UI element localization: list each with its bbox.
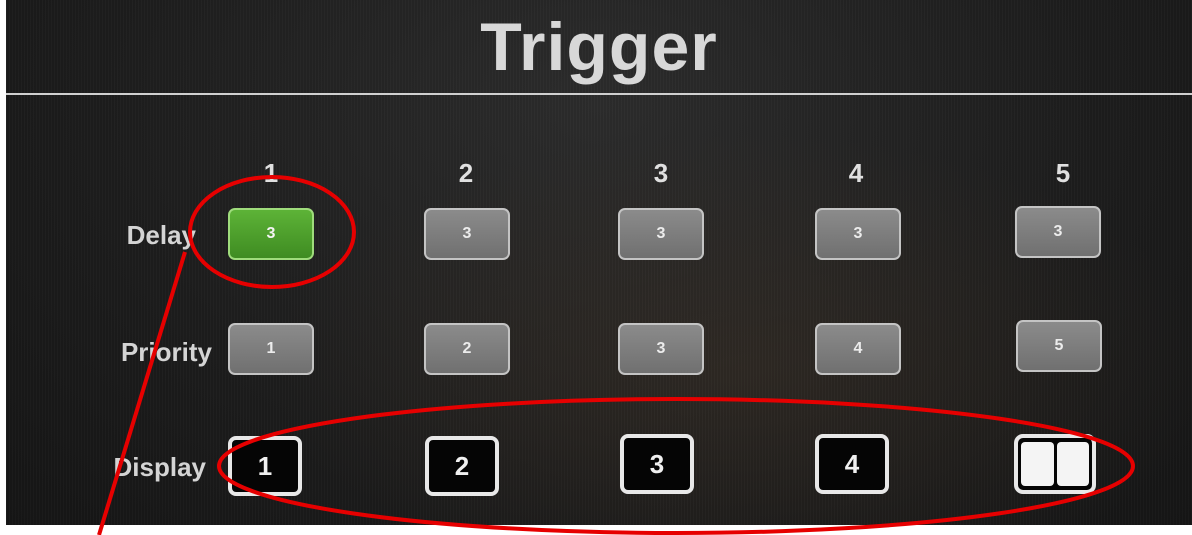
column-header-1: 1 bbox=[263, 158, 279, 188]
delay-button-5[interactable]: 3 bbox=[1015, 206, 1101, 258]
delay-button-2[interactable]: 3 bbox=[424, 208, 510, 260]
delay-value: 3 bbox=[853, 225, 863, 242]
row-label-delay: Delay bbox=[126, 220, 196, 250]
display-button-1[interactable]: 1 bbox=[228, 436, 302, 496]
priority-value: 5 bbox=[1054, 337, 1064, 354]
row-label-priority: Priority bbox=[120, 337, 212, 367]
priority-value: 1 bbox=[266, 340, 276, 357]
display-value: 4 bbox=[844, 448, 860, 479]
display-value: 3 bbox=[649, 448, 665, 479]
delay-button-4[interactable]: 3 bbox=[815, 208, 901, 260]
display-button-2[interactable]: 2 bbox=[425, 436, 499, 496]
display-button-4[interactable]: 4 bbox=[815, 434, 889, 494]
delay-value: 3 bbox=[462, 225, 472, 242]
priority-button-4[interactable]: 4 bbox=[815, 323, 901, 375]
page-title: Trigger bbox=[480, 9, 718, 85]
title-divider bbox=[6, 93, 1192, 95]
column-header-3: 3 bbox=[653, 158, 669, 188]
column-header-4: 4 bbox=[848, 158, 864, 188]
priority-value: 4 bbox=[853, 340, 863, 357]
delay-button-3[interactable]: 3 bbox=[618, 208, 704, 260]
display-button-5[interactable] bbox=[1014, 434, 1096, 494]
split-screen-icon bbox=[1021, 442, 1054, 486]
delay-button-1[interactable]: 3 bbox=[228, 208, 314, 260]
column-header-2: 2 bbox=[458, 158, 474, 188]
display-button-3[interactable]: 3 bbox=[620, 434, 694, 494]
delay-value: 3 bbox=[266, 225, 276, 242]
delay-value: 3 bbox=[656, 225, 666, 242]
column-header-5: 5 bbox=[1055, 158, 1071, 188]
delay-value: 3 bbox=[1053, 223, 1063, 240]
display-value: 1 bbox=[257, 450, 273, 481]
row-label-display: Display bbox=[113, 452, 207, 482]
priority-value: 3 bbox=[656, 340, 666, 357]
trigger-screen: Trigger 1 2 3 4 5 Delay Priority Display… bbox=[6, 0, 1192, 525]
split-screen-icon bbox=[1056, 442, 1089, 486]
display-value: 2 bbox=[454, 450, 470, 481]
priority-value: 2 bbox=[462, 340, 472, 357]
priority-button-1[interactable]: 1 bbox=[228, 323, 314, 375]
priority-button-3[interactable]: 3 bbox=[618, 323, 704, 375]
priority-button-5[interactable]: 5 bbox=[1016, 320, 1102, 372]
priority-button-2[interactable]: 2 bbox=[424, 323, 510, 375]
